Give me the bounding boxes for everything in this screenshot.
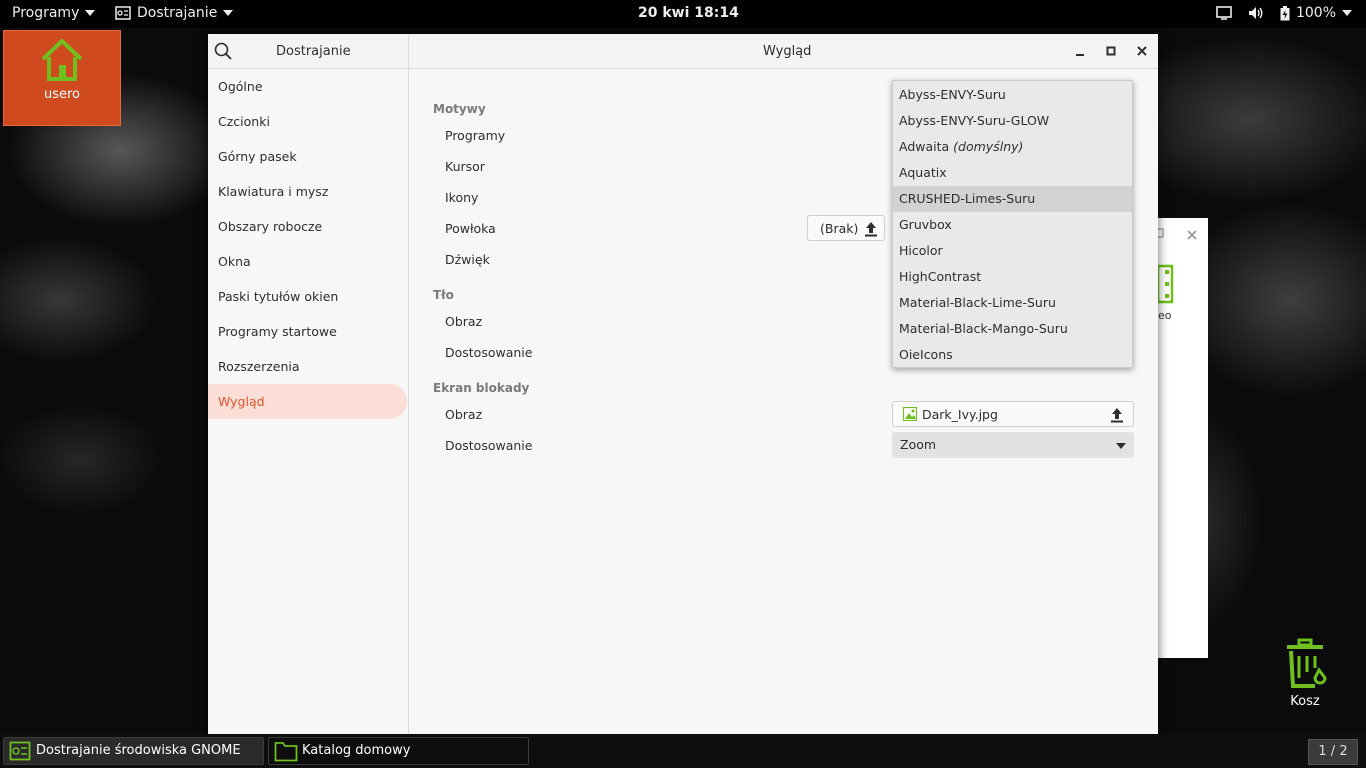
task-tweaks[interactable]: Dostrajanie środowiska GNOME bbox=[3, 737, 264, 765]
window-title: Wygląd bbox=[763, 44, 812, 59]
sidebar-item-workspaces[interactable]: Obszary robocze bbox=[208, 209, 408, 244]
sidebar-title: Dostrajanie bbox=[276, 44, 351, 59]
chevron-down-icon bbox=[1116, 443, 1126, 449]
dropdown-item[interactable]: Abyss-ENVY-Suru bbox=[893, 82, 1132, 108]
row-shell-label: Powłoka bbox=[445, 221, 496, 236]
desktop-home-label: usero bbox=[43, 87, 81, 102]
screen-icon bbox=[1216, 6, 1232, 20]
chevron-down-icon bbox=[223, 10, 234, 16]
sidebar-item-fonts[interactable]: Czcionki bbox=[208, 104, 408, 139]
tweaks-icon bbox=[115, 6, 131, 20]
video-folder-icon bbox=[1156, 264, 1174, 304]
default-marker: (domyślny) bbox=[953, 139, 1024, 154]
search-icon[interactable] bbox=[214, 42, 232, 60]
chevron-down-icon bbox=[1342, 10, 1352, 16]
task-home-folder-label: Katalog domowy bbox=[302, 743, 411, 758]
section-themes: Motywy bbox=[433, 102, 486, 116]
top-bar: Programy Dostrajanie 20 kwi 18:14 100% bbox=[0, 0, 1366, 28]
sidebar: Ogólne Czcionki Górny pasek Klawiatura i… bbox=[208, 69, 409, 734]
lockscreen-adjust-combo[interactable]: Zoom bbox=[892, 432, 1134, 458]
sidebar-item-top-bar[interactable]: Górny pasek bbox=[208, 139, 408, 174]
dropdown-item[interactable]: Adwaita (domyślny) bbox=[893, 134, 1132, 160]
trash-icon bbox=[1287, 638, 1327, 688]
workspace-pager[interactable]: 1 / 2 bbox=[1308, 739, 1358, 765]
sidebar-item-window-titlebars[interactable]: Paski tytułów okien bbox=[208, 279, 408, 314]
dropdown-item[interactable]: HighContrast bbox=[893, 264, 1132, 290]
upload-icon bbox=[865, 222, 877, 237]
sidebar-item-windows[interactable]: Okna bbox=[208, 244, 408, 279]
lockscreen-image-value: Dark_Ivy.jpg bbox=[922, 407, 998, 422]
row-sound-label: Dźwięk bbox=[445, 252, 490, 267]
close-icon[interactable] bbox=[1133, 42, 1151, 60]
sidebar-item-keyboard-mouse[interactable]: Klawiatura i mysz bbox=[208, 174, 408, 209]
clock[interactable]: 20 kwi 18:14 bbox=[638, 5, 739, 21]
tweaks-icon bbox=[9, 741, 31, 761]
task-home-folder[interactable]: Katalog domowy bbox=[268, 737, 529, 765]
chevron-down-icon bbox=[85, 10, 96, 16]
dropdown-item[interactable]: Hicolor bbox=[893, 238, 1132, 264]
section-lockscreen: Ekran blokady bbox=[433, 381, 530, 395]
active-app-label: Dostrajanie bbox=[137, 5, 218, 21]
desktop-trash-icon[interactable]: Kosz bbox=[1276, 638, 1334, 709]
folder-icon bbox=[274, 742, 298, 762]
close-icon[interactable] bbox=[1186, 229, 1198, 241]
bg-window-label: eo bbox=[1158, 309, 1172, 322]
sidebar-item-general[interactable]: Ogólne bbox=[208, 69, 408, 104]
home-folder-icon bbox=[41, 39, 83, 81]
row-icons-label: Ikony bbox=[445, 190, 479, 205]
clock-label: 20 kwi 18:14 bbox=[638, 5, 739, 21]
row-lock-image-label: Obraz bbox=[445, 407, 483, 422]
maximize-icon[interactable] bbox=[1102, 42, 1120, 60]
task-tweaks-label: Dostrajanie środowiska GNOME bbox=[36, 743, 241, 758]
battery-icon bbox=[1280, 5, 1290, 20]
sidebar-header: Dostrajanie bbox=[208, 34, 409, 68]
background-window[interactable]: eo bbox=[1154, 218, 1208, 658]
row-bg-image-label: Obraz bbox=[445, 314, 483, 329]
desktop-trash-label: Kosz bbox=[1290, 694, 1320, 709]
apps-menu[interactable]: Programy bbox=[12, 5, 96, 21]
shell-theme-file-button[interactable]: (Brak) bbox=[807, 215, 885, 241]
lockscreen-adjust-value: Zoom bbox=[900, 437, 937, 452]
row-applications-label: Programy bbox=[445, 128, 506, 143]
dropdown-item-label: Adwaita bbox=[899, 139, 950, 154]
volume-icon bbox=[1248, 7, 1263, 19]
row-cursor-label: Kursor bbox=[445, 159, 485, 174]
image-file-icon bbox=[903, 407, 917, 421]
window-titlebar[interactable]: Dostrajanie Wygląd bbox=[208, 34, 1158, 69]
row-bg-adjust-label: Dostosowanie bbox=[445, 345, 533, 360]
sidebar-item-startup-apps[interactable]: Programy startowe bbox=[208, 314, 408, 349]
lockscreen-image-file-button[interactable]: Dark_Ivy.jpg bbox=[892, 401, 1134, 427]
sidebar-item-extensions[interactable]: Rozszerzenia bbox=[208, 349, 408, 384]
minimize-icon[interactable] bbox=[1071, 42, 1089, 60]
system-status-menu[interactable]: 100% bbox=[1216, 5, 1352, 21]
dropdown-item-highlighted[interactable]: CRUSHED-Limes-Suru bbox=[893, 186, 1132, 212]
dropdown-item[interactable]: OieIcons bbox=[893, 342, 1132, 368]
section-background: Tło bbox=[433, 288, 454, 302]
row-lock-adjust-label: Dostosowanie bbox=[445, 438, 533, 453]
sidebar-item-appearance[interactable]: Wygląd bbox=[208, 384, 407, 419]
apps-menu-label: Programy bbox=[12, 5, 80, 21]
shell-theme-value: (Brak) bbox=[820, 221, 859, 236]
dropdown-item[interactable]: Material-Black-Mango-Suru bbox=[893, 316, 1132, 342]
dropdown-item[interactable]: Material-Black-Lime-Suru bbox=[893, 290, 1132, 316]
dropdown-item[interactable]: Aquatix bbox=[893, 160, 1132, 186]
dropdown-item[interactable]: Gruvbox bbox=[893, 212, 1132, 238]
icon-theme-dropdown: Abyss-ENVY-Suru Abyss-ENVY-Suru-GLOW Adw… bbox=[892, 80, 1133, 368]
upload-icon bbox=[1111, 408, 1123, 423]
active-app-menu[interactable]: Dostrajanie bbox=[115, 5, 234, 21]
battery-percent: 100% bbox=[1295, 5, 1336, 21]
dropdown-item[interactable]: Abyss-ENVY-Suru-GLOW bbox=[893, 108, 1132, 134]
bottom-taskbar: Dostrajanie środowiska GNOME Katalog dom… bbox=[0, 734, 1366, 768]
desktop-home-icon[interactable]: usero bbox=[3, 30, 121, 126]
